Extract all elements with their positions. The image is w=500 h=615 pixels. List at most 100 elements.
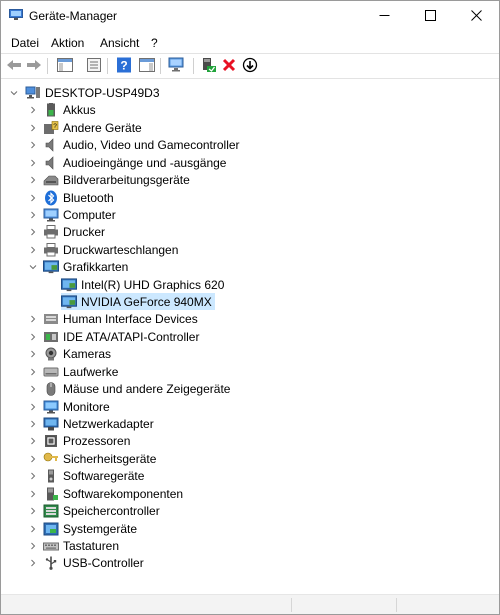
- speaker-icon: [43, 137, 59, 152]
- tree-item-label: Intel(R) UHD Graphics 620: [81, 277, 225, 292]
- bluetooth-icon: [43, 190, 59, 205]
- tree-category[interactable]: ? Andere Geräte: [31, 119, 142, 136]
- expand-chevron-icon[interactable]: [28, 541, 38, 551]
- expand-chevron-icon[interactable]: [28, 524, 38, 534]
- expand-chevron-icon[interactable]: [28, 402, 38, 412]
- toolbar-separator: [107, 58, 108, 74]
- expand-chevron-icon[interactable]: [28, 489, 38, 499]
- disable-device-button[interactable]: [241, 57, 259, 75]
- expand-chevron-icon[interactable]: [28, 332, 38, 342]
- system-device-icon: [43, 522, 59, 536]
- action-pane-button[interactable]: [138, 57, 156, 75]
- tree-item-label: Monitore: [63, 399, 110, 414]
- tree-category[interactable]: Bluetooth: [31, 189, 114, 206]
- status-divider: [291, 598, 292, 612]
- expand-chevron-icon[interactable]: [28, 140, 38, 150]
- console-tree-button[interactable]: [56, 57, 74, 75]
- processor-icon: [43, 434, 59, 448]
- update-driver-button[interactable]: [200, 57, 218, 75]
- tree-item-label: Akkus: [63, 102, 96, 117]
- toolbar: ?: [1, 53, 499, 79]
- tree-category[interactable]: Grafikkarten: [29, 258, 128, 275]
- menu-bar: Datei Aktion Ansicht ?: [1, 34, 499, 52]
- menu-ansicht[interactable]: Ansicht: [100, 36, 139, 50]
- tree-item-label: Drucker: [63, 224, 106, 239]
- tree-item-label: Kameras: [63, 346, 112, 361]
- tree-category[interactable]: Mäuse und andere Zeigegeräte: [31, 380, 231, 397]
- tree-device[interactable]: NVIDIA GeForce 940MX: [61, 293, 215, 310]
- tree-category[interactable]: Netzwerkadapter: [31, 415, 154, 432]
- tree-item-label: Bluetooth: [63, 190, 114, 205]
- help-icon: ?: [116, 57, 132, 76]
- expand-chevron-icon[interactable]: [28, 158, 38, 168]
- software-component-icon: [43, 487, 59, 501]
- expand-chevron-icon[interactable]: [28, 471, 38, 481]
- minimize-button[interactable]: [361, 1, 407, 32]
- expand-chevron-icon[interactable]: [28, 419, 38, 429]
- tree-category[interactable]: Softwarekomponenten: [31, 485, 183, 502]
- tree-category[interactable]: Kameras: [31, 345, 112, 362]
- tree-category[interactable]: Human Interface Devices: [31, 310, 198, 327]
- tree-item-label: IDE ATA/ATAPI-Controller: [63, 329, 200, 344]
- help-button[interactable]: ?: [115, 57, 133, 75]
- tree-category[interactable]: Sicherheitsgeräte: [31, 450, 156, 467]
- tree-category[interactable]: Monitore: [31, 398, 110, 415]
- menu-help[interactable]: ?: [151, 36, 158, 50]
- expand-chevron-icon[interactable]: [28, 105, 38, 115]
- expand-chevron-icon[interactable]: [28, 245, 38, 255]
- expand-chevron-icon[interactable]: [28, 175, 38, 185]
- unknown-device-icon: ?: [43, 120, 59, 135]
- expand-chevron-icon[interactable]: [28, 314, 38, 324]
- tree-item-label: Tastaturen: [63, 538, 120, 553]
- tree-category[interactable]: Systemgeräte: [31, 520, 137, 537]
- expand-chevron-icon[interactable]: [28, 436, 38, 446]
- tree-category[interactable]: Softwaregeräte: [31, 467, 144, 484]
- tree-device[interactable]: Intel(R) UHD Graphics 620: [61, 276, 224, 293]
- expand-chevron-icon[interactable]: [28, 454, 38, 464]
- uninstall-device-button[interactable]: [220, 57, 238, 75]
- computer-icon: [43, 208, 59, 222]
- tree-category[interactable]: Audio, Video und Gamecontroller: [31, 136, 240, 153]
- expand-chevron-icon[interactable]: [28, 384, 38, 394]
- expand-chevron-icon[interactable]: [28, 558, 38, 568]
- expand-chevron-icon[interactable]: [28, 506, 38, 516]
- tree-item-label: Andere Geräte: [63, 120, 142, 135]
- expand-chevron-icon[interactable]: [28, 367, 38, 377]
- forward-button[interactable]: [25, 57, 43, 75]
- tree-category[interactable]: USB-Controller: [31, 554, 144, 571]
- collapse-chevron-icon[interactable]: [9, 88, 19, 98]
- tree-category[interactable]: Speichercontroller: [31, 502, 160, 519]
- battery-icon: [43, 102, 59, 117]
- tree-category[interactable]: Drucker: [31, 223, 106, 240]
- properties-button[interactable]: [85, 57, 103, 75]
- tree-item-label: Mäuse und andere Zeigegeräte: [63, 381, 231, 396]
- close-button[interactable]: [453, 1, 499, 32]
- tree-category[interactable]: Tastaturen: [31, 537, 120, 554]
- expand-chevron-icon[interactable]: [28, 193, 38, 203]
- camera-imaging-icon: [43, 173, 59, 187]
- mouse-icon: [43, 381, 59, 396]
- tree-item-label: Audio, Video und Gamecontroller: [63, 137, 240, 152]
- tree-category[interactable]: IDE ATA/ATAPI-Controller: [31, 328, 200, 345]
- tree-category[interactable]: Laufwerke: [31, 363, 118, 380]
- tree-item-label: DESKTOP-USP49D3: [45, 85, 160, 100]
- expand-chevron-icon[interactable]: [28, 349, 38, 359]
- tree-category[interactable]: Computer: [31, 206, 116, 223]
- collapse-chevron-icon[interactable]: [28, 262, 38, 272]
- tree-category[interactable]: Audioeingänge und -ausgänge: [31, 154, 226, 171]
- maximize-button[interactable]: [407, 1, 453, 32]
- tree-root-computer[interactable]: DESKTOP-USP49D3: [10, 84, 160, 101]
- menu-aktion[interactable]: Aktion: [51, 36, 84, 50]
- expand-chevron-icon[interactable]: [28, 227, 38, 237]
- tree-item-label: Bildverarbeitungsgeräte: [63, 172, 190, 187]
- tree-category[interactable]: Akkus: [31, 101, 96, 118]
- tree-category[interactable]: Bildverarbeitungsgeräte: [31, 171, 190, 188]
- menu-datei[interactable]: Datei: [11, 36, 39, 50]
- action-pane-icon: [139, 57, 155, 75]
- expand-chevron-icon[interactable]: [28, 210, 38, 220]
- tree-category[interactable]: Druckwarteschlangen: [31, 241, 178, 258]
- scan-hardware-button[interactable]: [168, 57, 186, 75]
- tree-category[interactable]: Prozessoren: [31, 432, 130, 449]
- expand-chevron-icon[interactable]: [28, 123, 38, 133]
- back-button[interactable]: [5, 57, 23, 75]
